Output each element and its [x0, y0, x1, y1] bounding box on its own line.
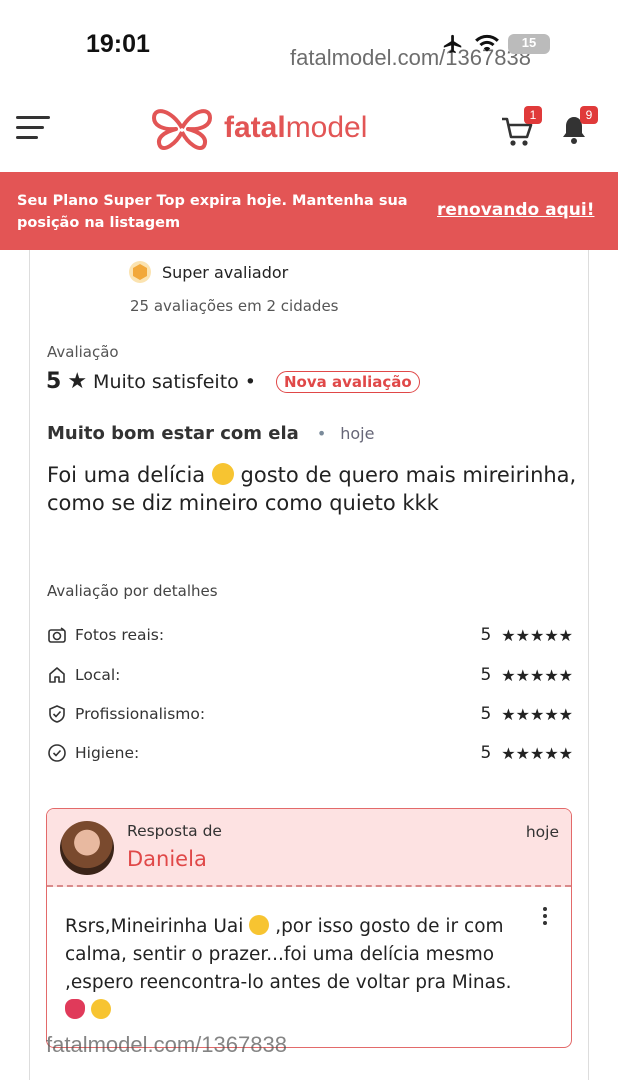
shield-check-icon [49, 705, 65, 723]
reply-from-label: Resposta de [127, 822, 222, 840]
detail-row-professionalism: Profissionalismo: 5 ★★★★★ [47, 701, 573, 727]
cart-count-badge: 1 [524, 106, 542, 124]
watermark-bottom: fatalmodel.com/1367838 [46, 1032, 287, 1057]
reply-header: Resposta de Daniela hoje [47, 809, 571, 887]
star-rating: ★★★★★ [501, 743, 573, 763]
battery-icon: 15 [508, 34, 550, 54]
star-rating: ★★★★★ [501, 704, 573, 724]
reply-box: Resposta de Daniela hoje Rsrs,Mineirinha… [46, 808, 572, 1048]
smiling-hearts-emoji-icon [249, 915, 270, 935]
plan-expiry-banner: Seu Plano Super Top expira hoje. Mantenh… [0, 172, 618, 250]
home-icon [49, 667, 65, 683]
more-options-icon[interactable] [543, 907, 549, 929]
reviewer-badge: Super avaliador [128, 260, 288, 284]
kiss-emoji-icon [90, 999, 111, 1019]
detail-row-location: Local: 5 ★★★★★ [47, 662, 573, 688]
status-bar: 19:01 fatalmodel.com/1367838 15 [0, 0, 618, 90]
reviewer-stats: 25 avaliações em 2 cidades [130, 297, 339, 315]
logo-text: fatalmodel [224, 111, 368, 144]
camera-icon [48, 627, 66, 643]
detail-row-photos: Fotos reais: 5 ★★★★★ [47, 622, 573, 648]
star-rating: ★★★★★ [501, 665, 573, 685]
rating-label: Muito satisfeito [93, 370, 239, 393]
reply-body: Rsrs,Mineirinha Uai ,por isso gosto de i… [65, 913, 525, 1025]
notification-count-badge: 9 [580, 106, 598, 124]
airplane-icon [443, 34, 462, 54]
review-body: Foi uma delícia gosto de quero mais mire… [47, 463, 577, 515]
renew-link[interactable]: renovando aqui! [437, 200, 594, 220]
star-icon: ★ [67, 369, 88, 394]
star-rating: ★★★★★ [501, 625, 573, 645]
new-review-badge: Nova avaliação [276, 370, 420, 393]
separator-dot: • [244, 370, 256, 393]
butterfly-logo-icon [152, 109, 212, 151]
wifi-icon [475, 34, 499, 52]
bell-icon[interactable]: 9 [560, 106, 598, 148]
rating-caption: Avaliação [47, 343, 119, 361]
reply-date: hoje [525, 823, 559, 841]
cart-icon[interactable]: 1 [500, 106, 542, 148]
avatar[interactable] [60, 821, 114, 875]
lips-emoji-icon [65, 999, 85, 1019]
details-caption: Avaliação por detalhes [47, 582, 218, 600]
banner-message: Seu Plano Super Top expira hoje. Mantenh… [17, 193, 408, 231]
reply-author-name[interactable]: Daniela [127, 847, 207, 871]
review-date: hoje [317, 424, 374, 443]
reviewer-badge-label: Super avaliador [162, 262, 289, 282]
check-circle-icon [48, 744, 66, 762]
detail-row-hygiene: Higiene: 5 ★★★★★ [47, 740, 573, 766]
hamburger-menu-icon[interactable] [16, 116, 52, 144]
super-reviewer-icon [129, 261, 151, 283]
review-title-row: Muito bom estar com ela hoje [47, 423, 374, 444]
status-icons: 15 [440, 33, 550, 55]
app-header: fatalmodel 1 9 [0, 90, 618, 172]
yum-emoji-icon [211, 463, 234, 485]
status-time: 19:01 [86, 30, 150, 58]
rating-score: 5 [46, 369, 62, 394]
rating-row: 5 ★ Muito satisfeito • Nova avaliação [46, 369, 420, 394]
logo[interactable]: fatalmodel [150, 104, 367, 152]
review-title: Muito bom estar com ela [47, 423, 299, 444]
